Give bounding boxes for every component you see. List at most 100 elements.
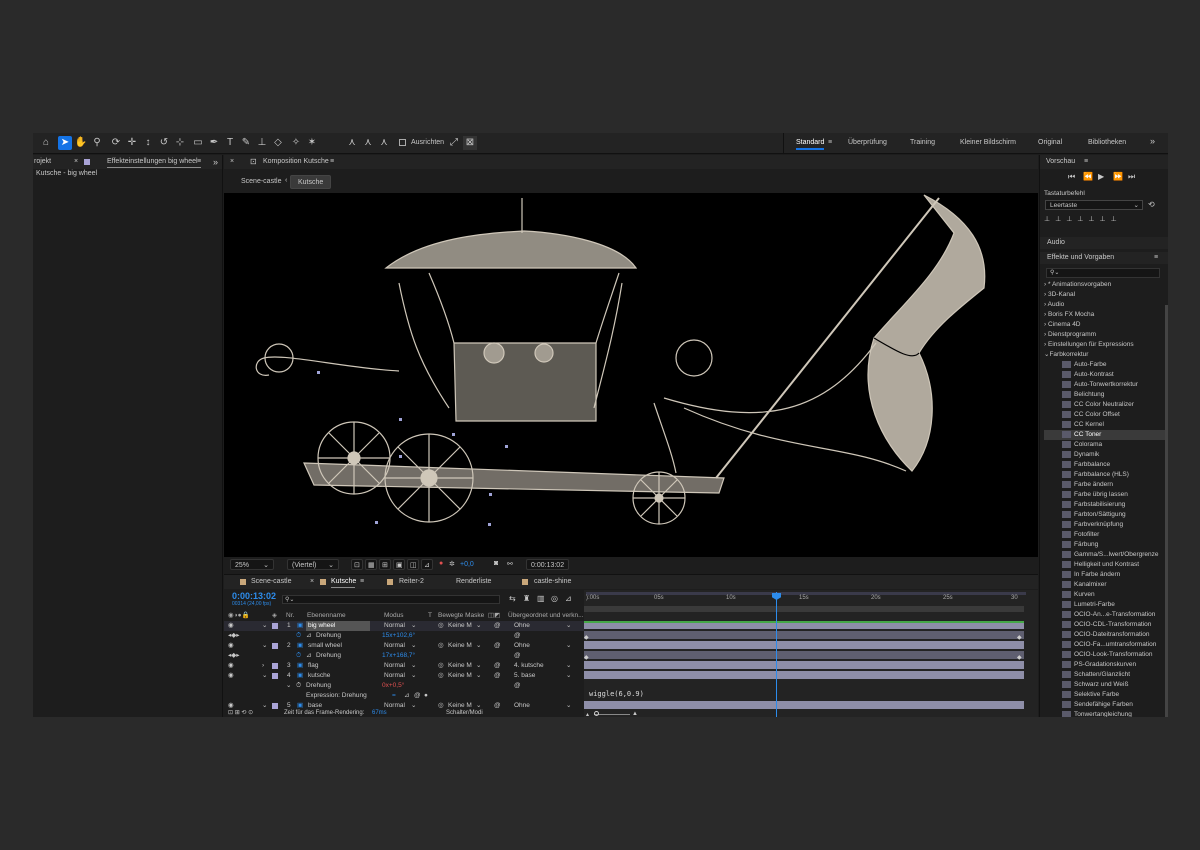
lock-icon[interactable]: ⊡ xyxy=(250,155,257,169)
anchor-tool-icon[interactable]: ⊹ xyxy=(173,136,187,150)
effect-item[interactable]: Tonwertangleichung xyxy=(1044,710,1168,717)
effect-item[interactable]: Dynamik xyxy=(1044,450,1168,460)
dolly-tool-icon[interactable]: ↕ xyxy=(141,136,155,150)
zoom-out-icon[interactable]: ▴ xyxy=(586,711,589,717)
keyframe-icon[interactable]: ◆ xyxy=(584,654,589,661)
pickwhip-icon[interactable]: @ xyxy=(494,641,501,651)
workspace-review[interactable]: Überprüfung xyxy=(848,139,887,146)
keyframe-icon[interactable]: ◆ xyxy=(1017,634,1022,641)
color-channels-icon[interactable]: ● xyxy=(439,560,443,567)
panel-menu-icon[interactable]: ≡ xyxy=(1154,252,1158,264)
first-frame-icon[interactable]: ⏮ xyxy=(1068,170,1075,184)
property-row-drehung[interactable]: ◂◆▸ ⏱ ⊿ Drehung 15x+102,6° @ xyxy=(224,631,584,641)
category-audio[interactable]: › Audio xyxy=(1044,300,1168,310)
timeline-timecode[interactable]: 0:00:13:02 xyxy=(232,591,276,601)
effect-item[interactable]: Gamma/S...lwert/Obergrenze xyxy=(1044,550,1168,560)
label-color-icon[interactable] xyxy=(272,663,278,669)
workspace-small-screen[interactable]: Kleiner Bildschirm xyxy=(960,139,1016,146)
workspace-libraries[interactable]: Bibliotheken xyxy=(1088,139,1126,146)
motion-blur-icon[interactable]: ◎ xyxy=(551,594,558,603)
roto-tool-icon[interactable]: ✧ xyxy=(289,136,303,150)
eye-icon[interactable]: ◉ xyxy=(228,671,234,681)
pen-tool-icon[interactable]: ✒ xyxy=(207,136,221,150)
play-icon[interactable]: ▶ xyxy=(1098,170,1104,184)
align-checkbox[interactable] xyxy=(399,139,406,146)
effect-item[interactable]: Schatten/Glanzlicht xyxy=(1044,670,1168,680)
audio-panel-header[interactable]: Audio xyxy=(1040,237,1168,249)
effect-item[interactable]: Kurven xyxy=(1044,590,1168,600)
effect-item[interactable]: In Farbe ändern xyxy=(1044,570,1168,580)
tab-scene-castle[interactable]: Scene-castle xyxy=(251,575,291,589)
expand-panels-icon[interactable]: » xyxy=(213,155,218,169)
panel-menu-icon[interactable]: ≡ xyxy=(330,155,334,169)
resolution-dropdown[interactable]: (Viertel) ⌄ xyxy=(287,559,339,570)
category-3d-channel[interactable]: › 3D-Kanal xyxy=(1044,290,1168,300)
property-value[interactable]: 17x+168,7° xyxy=(382,651,415,661)
eraser-tool-icon[interactable]: ◇ xyxy=(271,136,285,150)
effect-item[interactable]: Helligkeit und Kontrast xyxy=(1044,560,1168,570)
preview-title[interactable]: Vorschau xyxy=(1046,155,1075,169)
expression-row[interactable]: Expression: Drehung = ⊿ @ ● xyxy=(224,691,584,701)
property-row-drehung[interactable]: ◂◆▸ ⏱ ⊿ Drehung 17x+168,7° @ xyxy=(224,651,584,661)
render-settings-icon[interactable]: ⊡ ⊞ ⟲ ⊙ xyxy=(228,709,253,717)
scrollbar[interactable] xyxy=(1165,305,1168,717)
effect-item[interactable]: CC Color Offset xyxy=(1044,410,1168,420)
zoom-tool-icon[interactable]: ⚲ xyxy=(90,136,104,150)
workspace-more-icon[interactable]: » xyxy=(1150,136,1155,146)
close-icon[interactable]: × xyxy=(74,155,78,169)
shortcut-dropdown[interactable]: Leertaste ⌄ xyxy=(1045,200,1143,210)
effects-search-input[interactable]: ⚲⌄ xyxy=(1046,268,1160,278)
blend-mode[interactable]: Normal xyxy=(384,621,405,631)
parent-layer[interactable]: 5. base xyxy=(514,671,535,681)
effect-item[interactable]: OCIO-CDL-Transformation xyxy=(1044,620,1168,630)
toggle-switches-modes[interactable]: Schalter/Modi xyxy=(446,709,483,717)
effect-item[interactable]: Farbe ändern xyxy=(1044,480,1168,490)
close-icon[interactable]: × xyxy=(310,575,314,589)
effect-item[interactable]: Auto-Kontrast xyxy=(1044,370,1168,380)
text-tool-icon[interactable]: T xyxy=(223,136,237,150)
effect-item[interactable]: Farbbalance xyxy=(1044,460,1168,470)
workspace-original[interactable]: Original xyxy=(1038,139,1062,146)
grid-icon[interactable]: ▣ xyxy=(393,559,405,570)
composition-viewer[interactable] xyxy=(224,193,1038,557)
keyframe-icon[interactable]: ◆ xyxy=(584,634,589,641)
zoom-slider-handle[interactable] xyxy=(594,711,599,716)
eye-icon[interactable]: ◉ xyxy=(228,621,234,631)
effects-presets-title[interactable]: Effekte und Vorgaben xyxy=(1047,252,1114,264)
chevron-down-icon[interactable]: ⌄ xyxy=(286,681,291,691)
graph-editor-icon[interactable]: ⊿ xyxy=(565,594,572,603)
effect-item[interactable]: Belichtung xyxy=(1044,390,1168,400)
pickwhip-icon[interactable]: @ xyxy=(494,671,501,681)
effect-item[interactable]: Kanalmixer xyxy=(1044,580,1168,590)
parent-layer[interactable]: Ohne xyxy=(514,621,530,631)
keyframe-nav-icon[interactable]: ◂◆▸ xyxy=(228,651,240,661)
layer-name[interactable]: kutsche xyxy=(308,671,330,681)
breadcrumb-kutsche[interactable]: Kutsche xyxy=(290,175,332,189)
layer-row-small-wheel[interactable]: ◉ ⌄ 2 ▣ small wheel Normal ⌄ ◎ Keine M ⌄… xyxy=(224,641,584,651)
layer-name[interactable]: flag xyxy=(308,661,318,671)
preview-options-icon[interactable]: ⊥⊥⊥⊥⊥⊥⊥ xyxy=(1044,215,1164,225)
rectangle-tool-icon[interactable]: ▭ xyxy=(191,136,205,150)
tab-reiter-2[interactable]: Reiter-2 xyxy=(399,575,424,589)
stopwatch-icon[interactable]: ⏱ xyxy=(296,631,301,641)
expression-menu-icon[interactable]: ● xyxy=(424,691,428,701)
blend-mode[interactable]: Normal xyxy=(384,671,405,681)
comp-flowchart-icon[interactable]: ⇆ xyxy=(509,594,516,603)
label-color-icon[interactable] xyxy=(272,643,278,649)
property-row-drehung[interactable]: ⌄ ⏱ Drehung 0x+0,5° @ xyxy=(224,681,584,691)
expression-graph-icon[interactable]: ⊿ xyxy=(404,691,409,701)
effect-item[interactable]: Schwarz und Weiß xyxy=(1044,680,1168,690)
track-matte-icon[interactable]: ◎ xyxy=(438,661,444,671)
pickwhip-icon[interactable]: @ xyxy=(514,631,521,641)
label-color-icon[interactable] xyxy=(272,623,278,629)
shy-layers-icon[interactable]: ♜ xyxy=(523,594,530,603)
layer-search-input[interactable]: ⚲⌄ xyxy=(282,595,500,604)
transparency-grid-icon[interactable]: ▦ xyxy=(365,559,377,570)
keyframe-nav-icon[interactable]: ◂◆▸ xyxy=(228,631,240,641)
close-icon[interactable]: × xyxy=(230,155,234,169)
track-matte-icon[interactable]: ◎ xyxy=(438,641,444,651)
layer-bar-kutsche[interactable] xyxy=(584,671,1024,679)
expression-pickwhip-icon[interactable]: @ xyxy=(414,691,421,701)
chevron-down-icon[interactable]: ⌄ xyxy=(262,621,267,631)
show-snapshot-icon[interactable]: ⚯ xyxy=(507,560,513,568)
